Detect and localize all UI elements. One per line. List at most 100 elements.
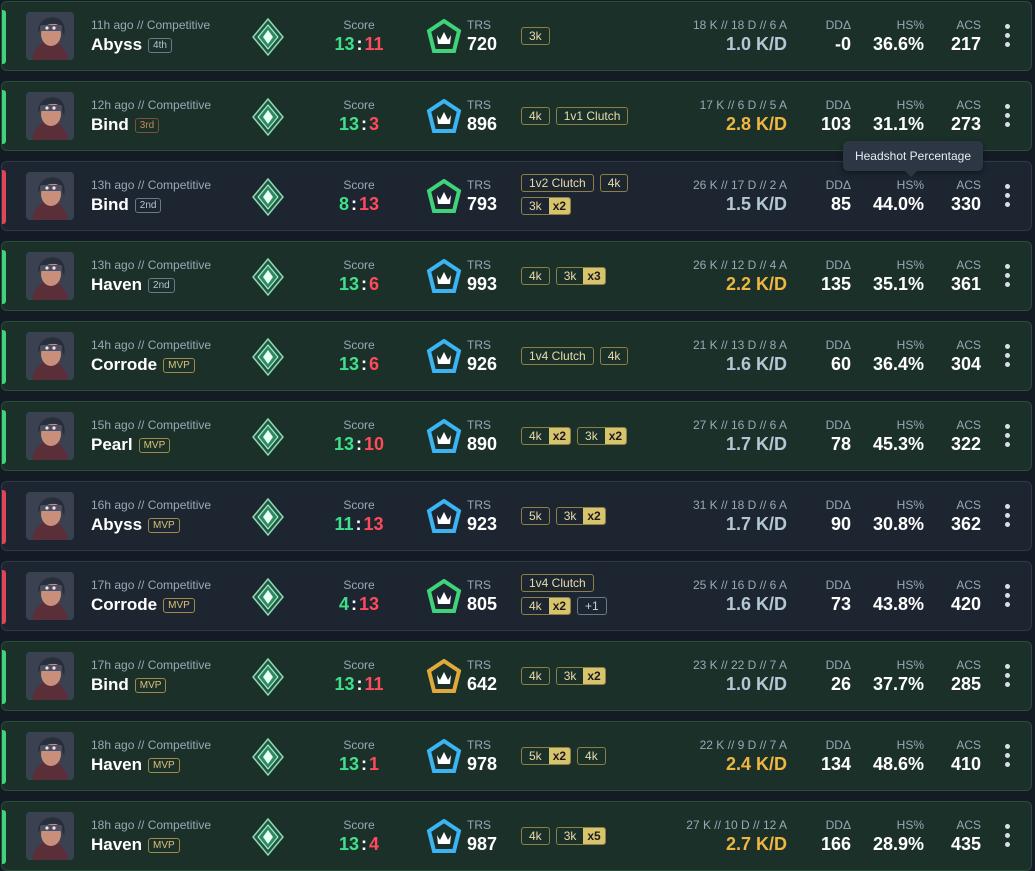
trs-value: 987 bbox=[467, 834, 498, 854]
hs-label[interactable]: HS% bbox=[873, 578, 924, 592]
hs-label[interactable]: HS% bbox=[873, 418, 924, 432]
more-options-icon[interactable] bbox=[1005, 264, 1011, 290]
trs-label: TRS bbox=[467, 18, 491, 32]
result-indicator bbox=[2, 170, 6, 224]
acs-label: ACS bbox=[956, 578, 981, 592]
map-name: Bind bbox=[91, 675, 129, 694]
highlight-badge: 1v4 Clutch bbox=[521, 347, 594, 365]
match-row[interactable]: 15h ago // Competitive Pearl MVP Score 1… bbox=[1, 401, 1032, 471]
kd-ratio: 1.0 K/D bbox=[725, 34, 787, 54]
kda-line: 31 K // 18 D // 6 A bbox=[692, 498, 787, 512]
match-row[interactable]: 17h ago // Competitive Bind MVP Score 13… bbox=[1, 641, 1032, 711]
match-score: 8:13 bbox=[338, 194, 380, 214]
match-row[interactable]: 18h ago // Competitive Haven MVP Score 1… bbox=[1, 721, 1032, 791]
match-time: 14h ago // Competitive bbox=[91, 338, 212, 352]
dd-value: 60 bbox=[830, 354, 851, 374]
highlight-badge: 4k x2 bbox=[521, 597, 572, 615]
dd-value: 90 bbox=[830, 514, 851, 534]
match-time: 18h ago // Competitive bbox=[91, 818, 212, 832]
rank-icon bbox=[252, 417, 284, 457]
placement-badge: MVP bbox=[134, 677, 167, 693]
score-label: Score bbox=[343, 178, 375, 192]
score-label: Score bbox=[343, 98, 375, 112]
match-time: 17h ago // Competitive bbox=[91, 578, 212, 592]
highlight-badge: 4k bbox=[577, 747, 606, 765]
kd-ratio: 2.8 K/D bbox=[725, 114, 787, 134]
acs-value: 322 bbox=[950, 434, 981, 454]
more-options-icon[interactable] bbox=[1005, 184, 1011, 210]
map-name: Pearl bbox=[91, 435, 133, 454]
agent-avatar-icon bbox=[26, 492, 74, 540]
dd-label: DDΔ bbox=[825, 98, 851, 112]
highlight-badge: 3k x3 bbox=[555, 267, 606, 285]
acs-label: ACS bbox=[956, 498, 981, 512]
acs-value: 285 bbox=[950, 674, 981, 694]
dd-value: 85 bbox=[830, 194, 851, 214]
hs-label[interactable]: HS% bbox=[873, 498, 924, 512]
match-score: 13:11 bbox=[334, 674, 384, 694]
match-time: 13h ago // Competitive bbox=[91, 258, 212, 272]
match-score: 13:6 bbox=[338, 354, 380, 374]
trs-label: TRS bbox=[467, 178, 491, 192]
kd-ratio: 1.7 K/D bbox=[725, 514, 787, 534]
more-options-icon[interactable] bbox=[1005, 824, 1011, 850]
more-options-icon[interactable] bbox=[1005, 344, 1011, 370]
match-row[interactable]: 13h ago // Competitive Haven 2nd Score 1… bbox=[1, 241, 1032, 311]
match-row[interactable]: 16h ago // Competitive Abyss MVP Score 1… bbox=[1, 481, 1032, 551]
dd-value: 135 bbox=[820, 274, 851, 294]
kd-ratio: 1.6 K/D bbox=[725, 594, 787, 614]
hs-label[interactable]: HS% bbox=[873, 178, 924, 192]
highlight-badge: 1v4 Clutch bbox=[521, 574, 594, 592]
map-name: Haven bbox=[91, 275, 143, 294]
score-label: Score bbox=[343, 498, 375, 512]
more-options-icon[interactable] bbox=[1005, 744, 1011, 770]
highlight-badge: 4k x2 bbox=[521, 427, 572, 445]
hs-value: 28.9% bbox=[872, 834, 924, 854]
highlight-badges: 4k x2 3k x2 bbox=[521, 427, 691, 450]
match-time: 18h ago // Competitive bbox=[91, 738, 212, 752]
match-time: 13h ago // Competitive bbox=[91, 178, 212, 192]
kd-ratio: 1.7 K/D bbox=[725, 434, 787, 454]
match-row[interactable]: 11h ago // Competitive Abyss 4th Score 1… bbox=[1, 1, 1032, 71]
hs-label[interactable]: HS% bbox=[873, 18, 924, 32]
highlight-badge: 3k x5 bbox=[555, 827, 606, 845]
acs-value: 361 bbox=[950, 274, 981, 294]
kda-line: 17 K // 6 D // 5 A bbox=[699, 98, 787, 112]
more-options-icon[interactable] bbox=[1005, 104, 1011, 130]
trs-tier-icon bbox=[426, 418, 462, 455]
acs-value: 273 bbox=[950, 114, 981, 134]
hs-label[interactable]: HS% bbox=[873, 98, 924, 112]
more-options-icon[interactable] bbox=[1005, 504, 1011, 530]
more-options-icon[interactable] bbox=[1005, 24, 1011, 50]
hs-label[interactable]: HS% bbox=[873, 658, 924, 672]
match-score: 13:1 bbox=[338, 754, 380, 774]
result-indicator bbox=[2, 810, 6, 864]
more-options-icon[interactable] bbox=[1005, 424, 1011, 450]
placement-badge: 2nd bbox=[148, 277, 175, 293]
map-name: Haven bbox=[91, 755, 143, 774]
dd-label: DDΔ bbox=[825, 418, 851, 432]
hs-label[interactable]: HS% bbox=[873, 338, 924, 352]
hs-label[interactable]: HS% bbox=[873, 738, 924, 752]
trs-value: 642 bbox=[467, 674, 498, 694]
map-name: Haven bbox=[91, 835, 143, 854]
kda-line: 26 K // 12 D // 4 A bbox=[692, 258, 787, 272]
acs-label: ACS bbox=[956, 658, 981, 672]
more-options-icon[interactable] bbox=[1005, 584, 1011, 610]
rank-icon bbox=[252, 577, 284, 617]
trs-tier-icon bbox=[426, 818, 462, 855]
acs-label: ACS bbox=[956, 258, 981, 272]
match-row[interactable]: 14h ago // Competitive Corrode MVP Score… bbox=[1, 321, 1032, 391]
trs-tier-icon bbox=[426, 98, 462, 135]
kda-line: 23 K // 22 D // 7 A bbox=[692, 658, 787, 672]
agent-avatar-icon bbox=[26, 572, 74, 620]
match-row[interactable]: 13h ago // Competitive Bind 2nd Score 8:… bbox=[1, 161, 1032, 231]
dd-value: 166 bbox=[820, 834, 851, 854]
highlight-badge: +1 bbox=[577, 597, 607, 615]
match-row[interactable]: 17h ago // Competitive Corrode MVP Score… bbox=[1, 561, 1032, 631]
hs-label[interactable]: HS% bbox=[873, 818, 924, 832]
trs-label: TRS bbox=[467, 818, 491, 832]
more-options-icon[interactable] bbox=[1005, 664, 1011, 690]
hs-label[interactable]: HS% bbox=[873, 258, 924, 272]
score-label: Score bbox=[343, 338, 375, 352]
